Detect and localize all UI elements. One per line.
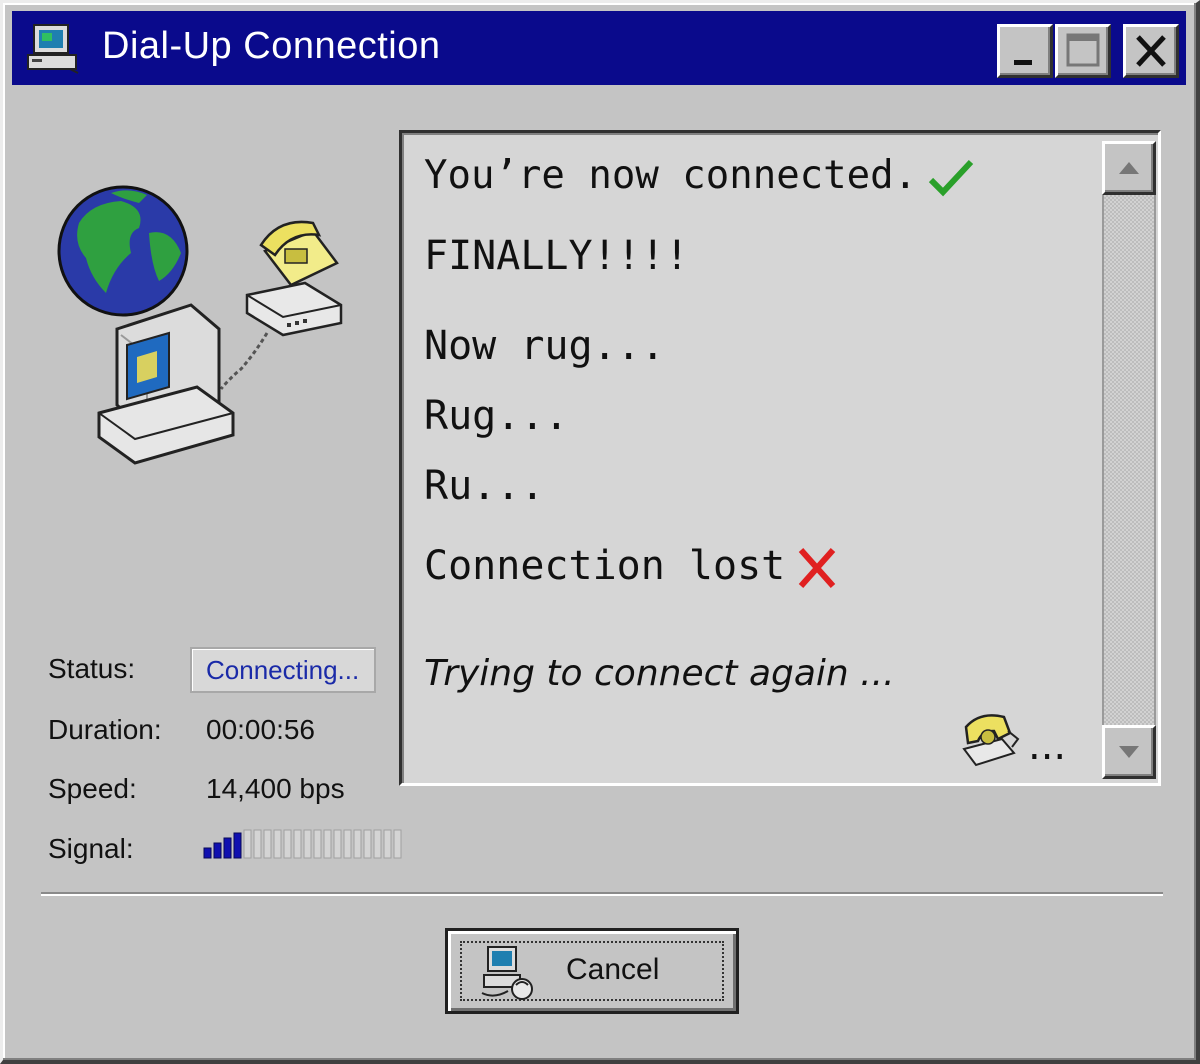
globe-icon <box>57 185 189 317</box>
signal-bar-filled <box>213 842 222 859</box>
signal-bar-empty <box>373 829 382 859</box>
close-button[interactable] <box>1123 24 1179 78</box>
message-retrying: Trying to connect again ... <box>424 653 895 694</box>
arrow-down-icon <box>1119 746 1139 758</box>
computer-icon <box>97 303 235 465</box>
modem-icon <box>245 281 343 337</box>
dialup-illustration <box>57 185 343 465</box>
signal-meter <box>203 829 402 859</box>
maximize-icon <box>1066 33 1100 67</box>
signal-bar-filled <box>223 837 232 859</box>
dialing-dots: ... <box>1028 723 1067 769</box>
message-now-rug: Now rug... <box>424 323 665 369</box>
signal-bar-filled <box>203 847 212 859</box>
duration-label: Duration: <box>48 714 162 745</box>
scroll-up-button[interactable] <box>1102 141 1156 195</box>
minimize-button[interactable] <box>997 24 1053 78</box>
message-panel[interactable]: You’re now connected. FINALLY!!!! Now ru… <box>399 130 1161 786</box>
telephone-icon <box>259 220 339 287</box>
signal-bar-empty <box>253 829 262 859</box>
signal-bar-empty <box>393 829 402 859</box>
status-badge: Connecting... <box>190 647 376 693</box>
signal-bar-empty <box>273 829 282 859</box>
window-title: Dial-Up Connection <box>102 25 441 67</box>
telephone-icon <box>962 714 1020 767</box>
cancel-button[interactable]: Cancel <box>445 928 739 1014</box>
signal-bar-empty <box>243 829 252 859</box>
signal-bar-empty <box>293 829 302 859</box>
message-line: You’re now connected. <box>424 153 975 198</box>
signal-bar-empty <box>303 829 312 859</box>
message-connected: You’re now connected. <box>424 153 918 198</box>
message-rug: Rug... <box>424 393 569 439</box>
speed-value: 14,400 bps <box>206 773 345 804</box>
status-label: Status: <box>48 653 136 684</box>
disconnect-icon <box>481 946 533 1000</box>
message-line: Connection lost <box>424 543 839 592</box>
signal-bar-empty <box>333 829 342 859</box>
signal-bar-empty <box>323 829 332 859</box>
x-icon <box>798 548 836 588</box>
signal-bar-empty <box>313 829 322 859</box>
speed-label: Speed: <box>48 773 137 804</box>
checkmark-icon <box>928 159 974 196</box>
duration-value: 00:00:56 <box>206 714 315 745</box>
cancel-label: Cancel <box>566 953 660 986</box>
message-connection-lost: Connection lost <box>424 543 786 589</box>
signal-label: Signal: <box>48 833 134 864</box>
signal-bar-empty <box>383 829 392 859</box>
divider <box>41 892 1163 896</box>
maximize-button[interactable] <box>1055 24 1111 78</box>
signal-bar-filled <box>233 832 242 859</box>
minimize-icon <box>1014 60 1032 65</box>
signal-bar-empty <box>353 829 362 859</box>
signal-bar-empty <box>343 829 352 859</box>
vertical-scrollbar[interactable] <box>1102 141 1156 781</box>
signal-bar-empty <box>263 829 272 859</box>
close-icon <box>1136 35 1166 67</box>
title-bar[interactable]: Dial-Up Connection <box>12 11 1186 85</box>
dialup-window: Dial-Up Connection Status: Connecting...… <box>0 0 1200 1064</box>
arrow-up-icon <box>1119 162 1139 174</box>
signal-bar-empty <box>283 829 292 859</box>
scroll-down-button[interactable] <box>1102 725 1156 779</box>
dialing-indicator: ... <box>958 709 1078 779</box>
computer-icon <box>27 24 79 74</box>
scroll-track[interactable] <box>1102 195 1156 725</box>
signal-bar-empty <box>363 829 372 859</box>
message-ru: Ru... <box>424 463 545 509</box>
message-finally: FINALLY!!!! <box>424 233 689 279</box>
